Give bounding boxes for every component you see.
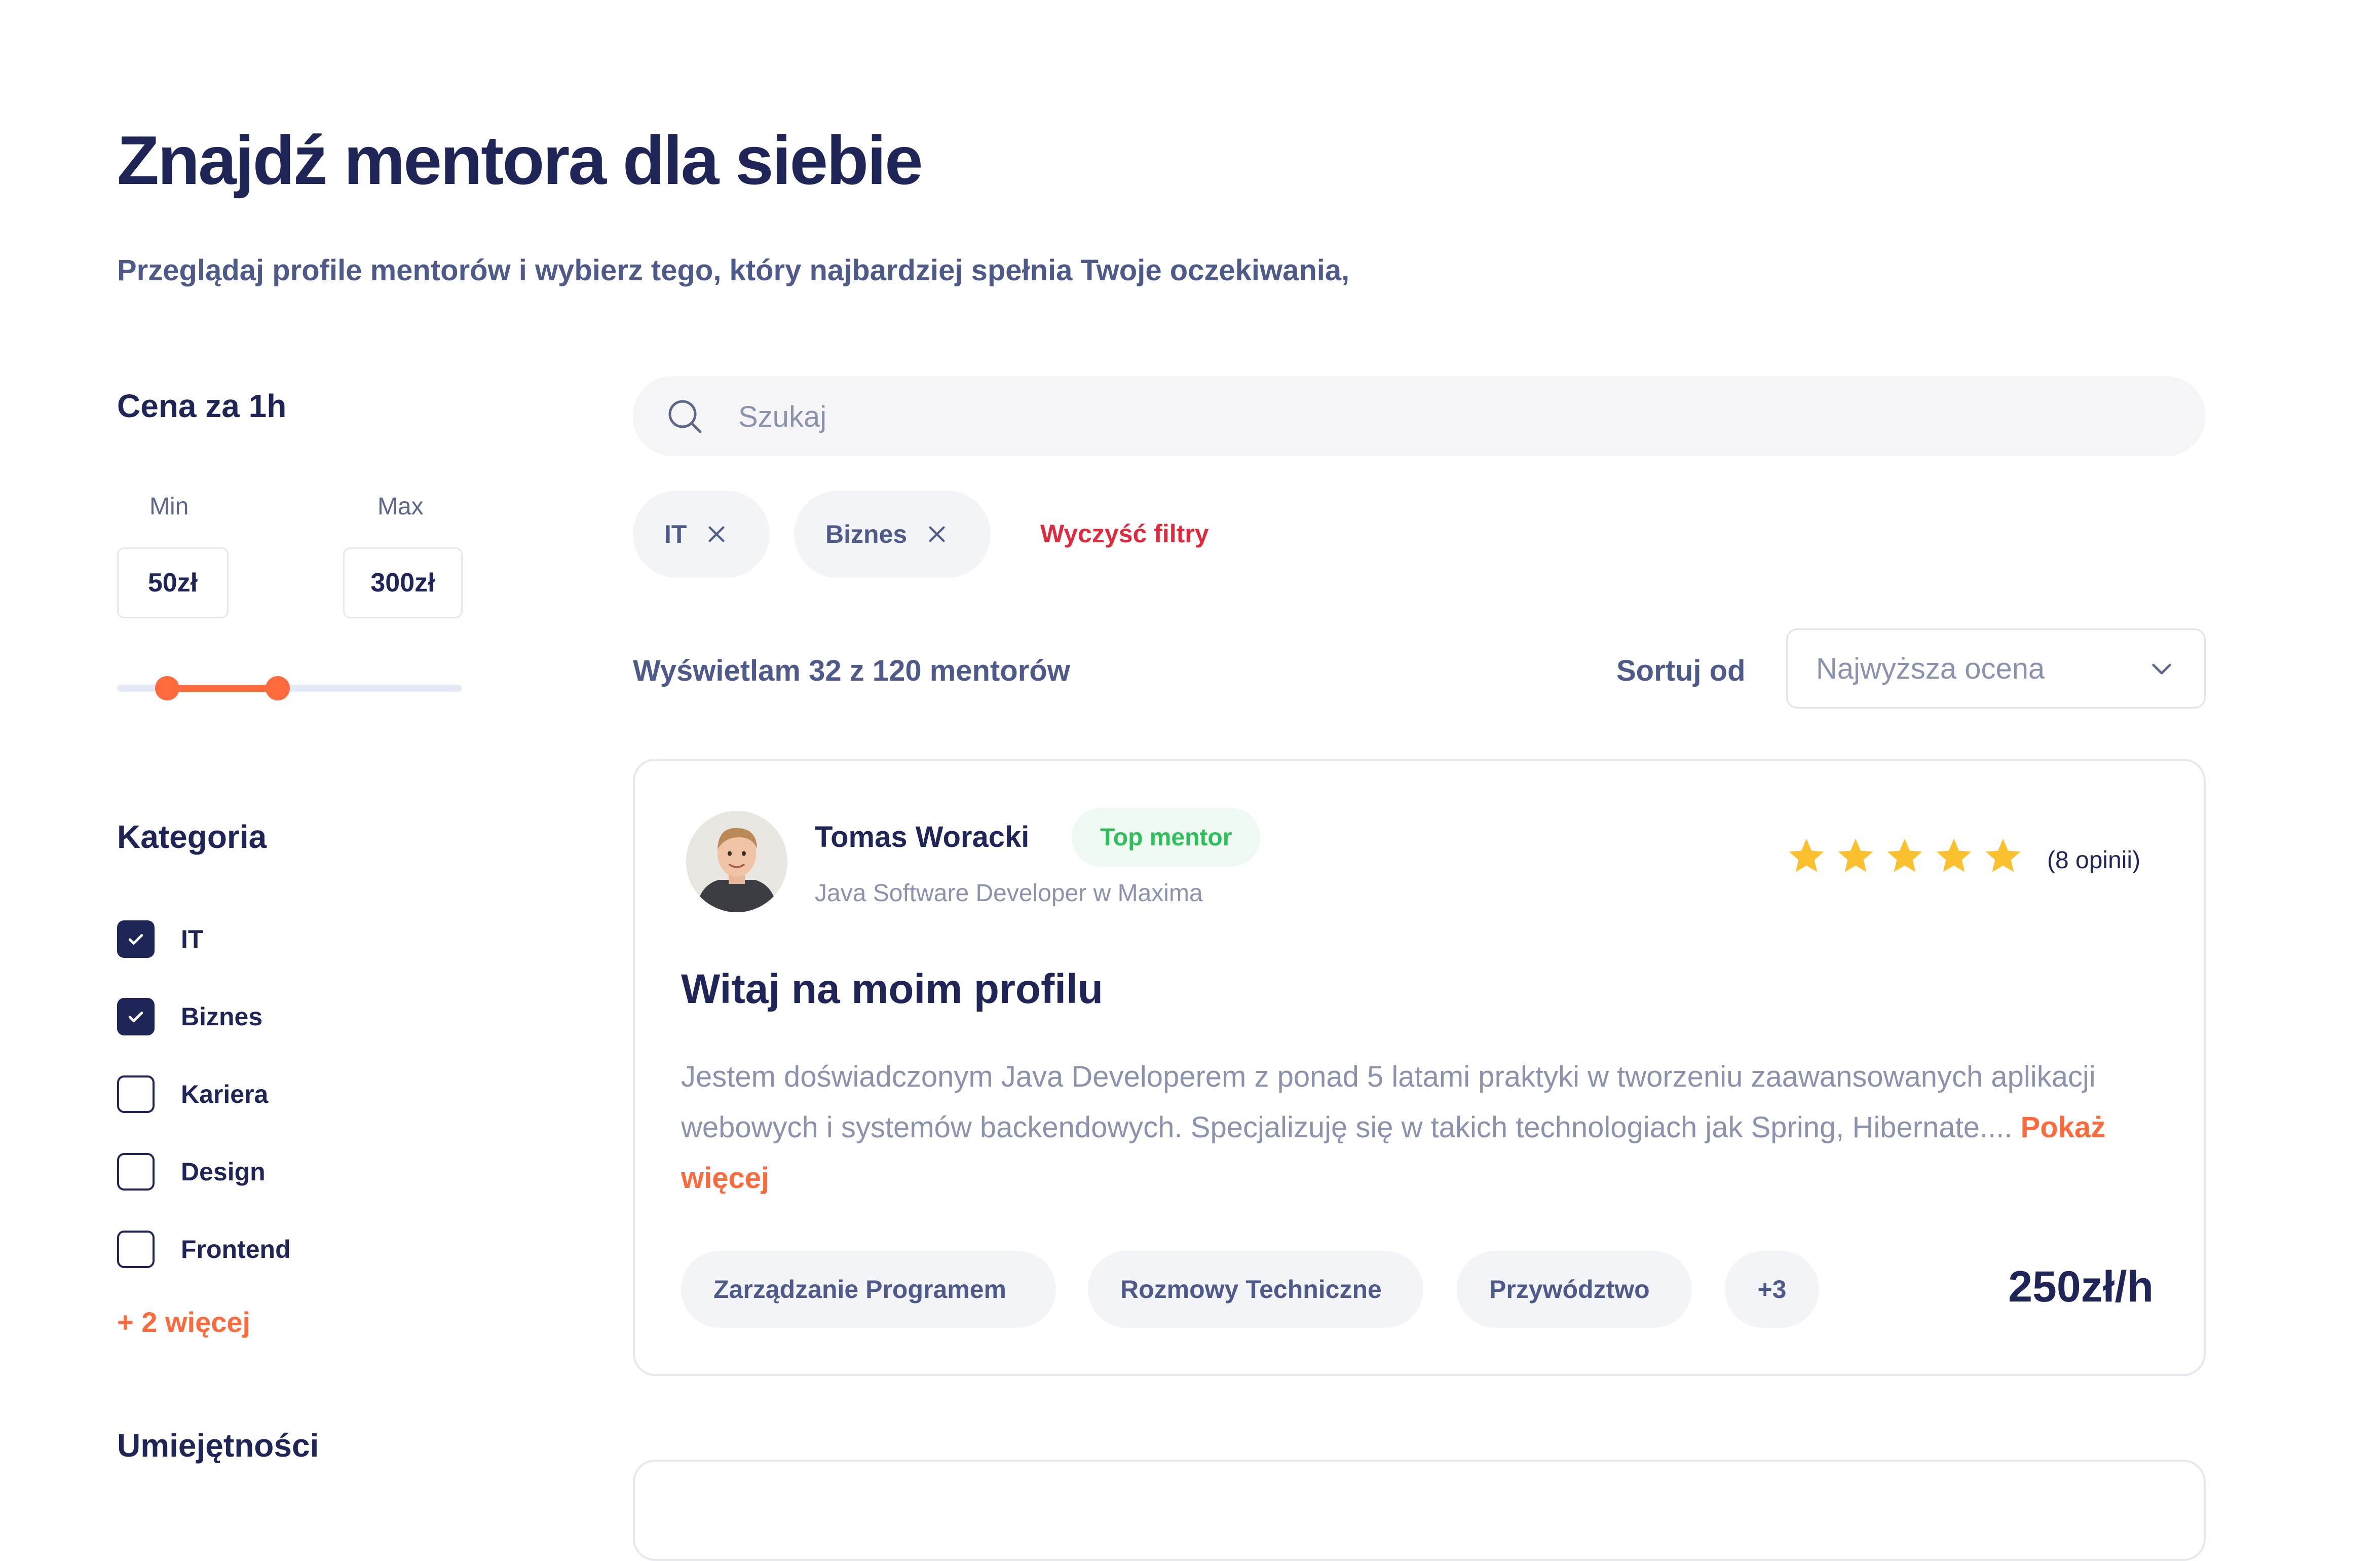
top-mentor-badge: Top mentor [1072,808,1261,867]
search-input[interactable] [737,385,2158,448]
clear-filters-link[interactable]: Wyczyść filtry [1040,519,1209,548]
category-label: Kariera [181,1080,269,1108]
active-filter-chip-it[interactable]: IT [633,491,770,578]
mentor-role: Java Software Developer w Maxima [815,880,1203,907]
mentor-description: Jestem doświadczonym Java Developerem z … [681,1052,2150,1204]
page-title: Znajdź mentora dla siebie [117,122,923,199]
checkbox[interactable] [117,1153,155,1191]
chip-label: Biznes [825,520,908,548]
price-slider-max-handle[interactable] [266,676,290,700]
sort-selected-value: Najwyższa ocena [1816,652,2045,685]
star-icon [1838,838,1873,872]
category-option-frontend[interactable]: Frontend [117,1229,291,1270]
check-icon [128,1012,143,1022]
description-text: Jestem doświadczonym Java Developerem z … [681,1060,2096,1144]
price-slider-range [167,685,278,692]
price-max-label: Max [377,493,424,520]
checkbox[interactable] [117,1231,155,1268]
category-filter-heading: Kategoria [117,819,267,855]
close-icon[interactable] [925,523,949,546]
chevron-down-icon [2152,663,2171,675]
price-filter-heading: Cena za 1h [117,388,287,424]
sort-select[interactable]: Najwyższa ocena [1786,628,2206,709]
search-icon [668,400,702,433]
avatar [686,811,787,912]
skill-tag[interactable]: Przywództwo [1457,1251,1692,1328]
price-min-label: Min [149,493,189,520]
checkbox[interactable] [117,1075,155,1113]
category-label: Frontend [181,1235,291,1263]
category-label: Design [181,1158,266,1186]
category-option-it[interactable]: IT [117,919,203,959]
category-label: IT [181,925,204,953]
mentor-card-next[interactable] [633,1460,2206,1561]
checkbox[interactable] [117,998,155,1035]
star-icon [1887,838,1922,872]
category-label: Biznes [181,1002,263,1031]
skill-tag[interactable]: Rozmowy Techniczne [1088,1251,1423,1328]
category-option-kariera[interactable]: Kariera [117,1074,268,1114]
category-option-design[interactable]: Design [117,1151,266,1192]
results-count: Wyświetlam 32 z 120 mentorów [633,654,1070,687]
reviews-count[interactable]: (8 opinii) [2047,846,2140,874]
active-filter-chip-biznes[interactable]: Biznes [794,491,991,578]
category-option-biznes[interactable]: Biznes [117,996,262,1037]
close-icon[interactable] [705,523,728,546]
star-icon [1789,838,1824,872]
price-max-field[interactable]: 300zł [343,547,463,618]
mentor-name[interactable]: Tomas Woracki [815,820,1029,854]
sort-label: Sortuj od [1616,654,1746,687]
skills-filter-heading: Umiejętności [117,1427,319,1464]
star-icon [1936,838,1972,872]
star-icon [1985,838,2021,872]
more-tags-badge[interactable]: +3 [1725,1251,1819,1328]
check-icon [128,934,143,945]
checkbox[interactable] [117,920,155,958]
card-title: Witaj na moim profilu [681,966,1103,1012]
page-subtitle: Przeglądaj profile mentorów i wybierz te… [117,254,1350,287]
mentor-price: 250zł/h [2008,1262,2154,1311]
rating-stars [1786,835,2031,877]
price-min-field[interactable]: 50zł [117,547,229,618]
price-slider-min-handle[interactable] [155,676,179,700]
show-more-categories-link[interactable]: + 2 więcej [117,1306,250,1339]
chip-label: IT [664,520,687,548]
skill-tag[interactable]: Zarządzanie Programem [681,1251,1056,1328]
